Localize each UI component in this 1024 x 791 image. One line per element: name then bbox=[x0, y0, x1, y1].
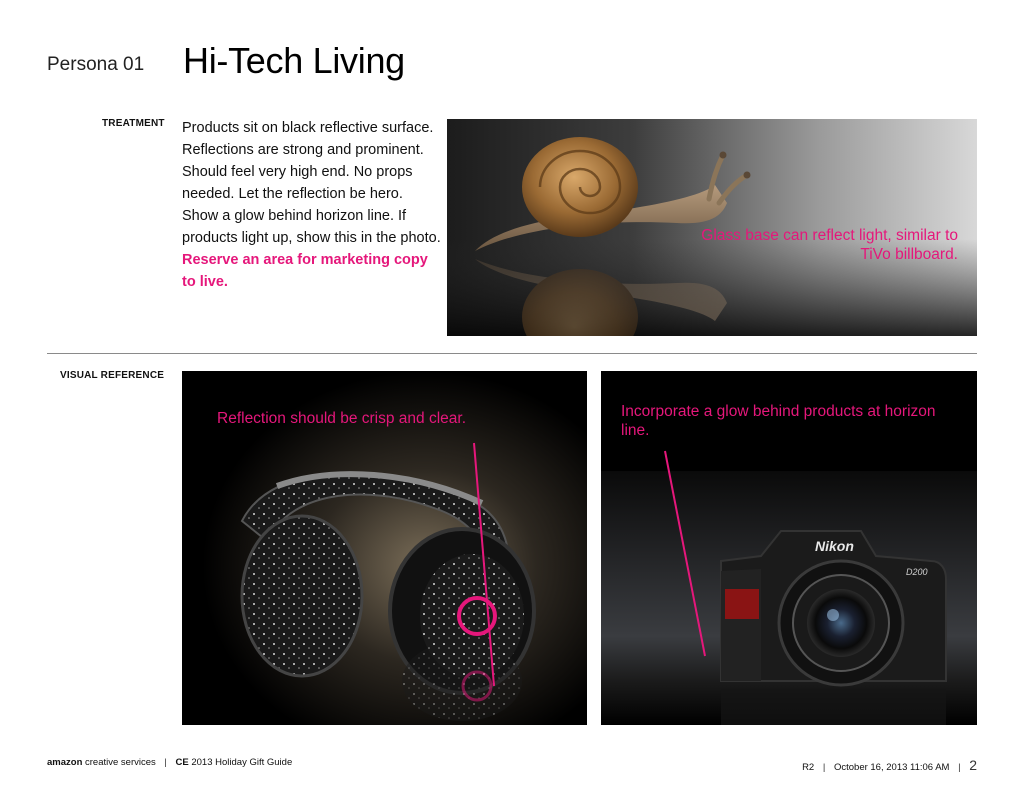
annotation-glass: Glass base can reflect light, similar to… bbox=[701, 227, 958, 263]
footer-revision: R2 bbox=[802, 762, 815, 773]
camera-model-text: D200 bbox=[906, 567, 928, 577]
annotation-glow: Incorporate a glow behind products at ho… bbox=[621, 403, 936, 439]
footer-left: amazon creative services | CE 2013 Holid… bbox=[47, 757, 293, 768]
footer-brand: amazon bbox=[47, 757, 83, 768]
footer-date: October 16, 2013 11:06 AM bbox=[833, 762, 950, 773]
visual-reference-label: VISUAL REFERENCE bbox=[60, 370, 165, 381]
persona-label: Persona 01 bbox=[47, 54, 145, 75]
page-title: Hi-Tech Living bbox=[183, 40, 405, 81]
treatment-text: Products sit on black reflective surface… bbox=[182, 120, 441, 246]
section-divider bbox=[47, 353, 977, 354]
annotation-reflection: Reflection should be crisp and clear. bbox=[217, 410, 467, 427]
footer-project-prefix: CE bbox=[175, 757, 189, 768]
treatment-highlight: Reserve an area for marketing copy to li… bbox=[182, 252, 428, 290]
footer-right: R2 | October 16, 2013 11:06 AM | 2 bbox=[802, 757, 977, 773]
treatment-body: Products sit on black reflective surface… bbox=[182, 117, 442, 293]
treatment-label: TREATMENT bbox=[102, 118, 165, 129]
camera-brand-text: Nikon bbox=[815, 538, 854, 554]
footer-brand-suffix: creative services bbox=[85, 757, 156, 768]
footer-project: 2013 Holiday Gift Guide bbox=[191, 757, 293, 768]
page-number: 2 bbox=[969, 757, 977, 773]
